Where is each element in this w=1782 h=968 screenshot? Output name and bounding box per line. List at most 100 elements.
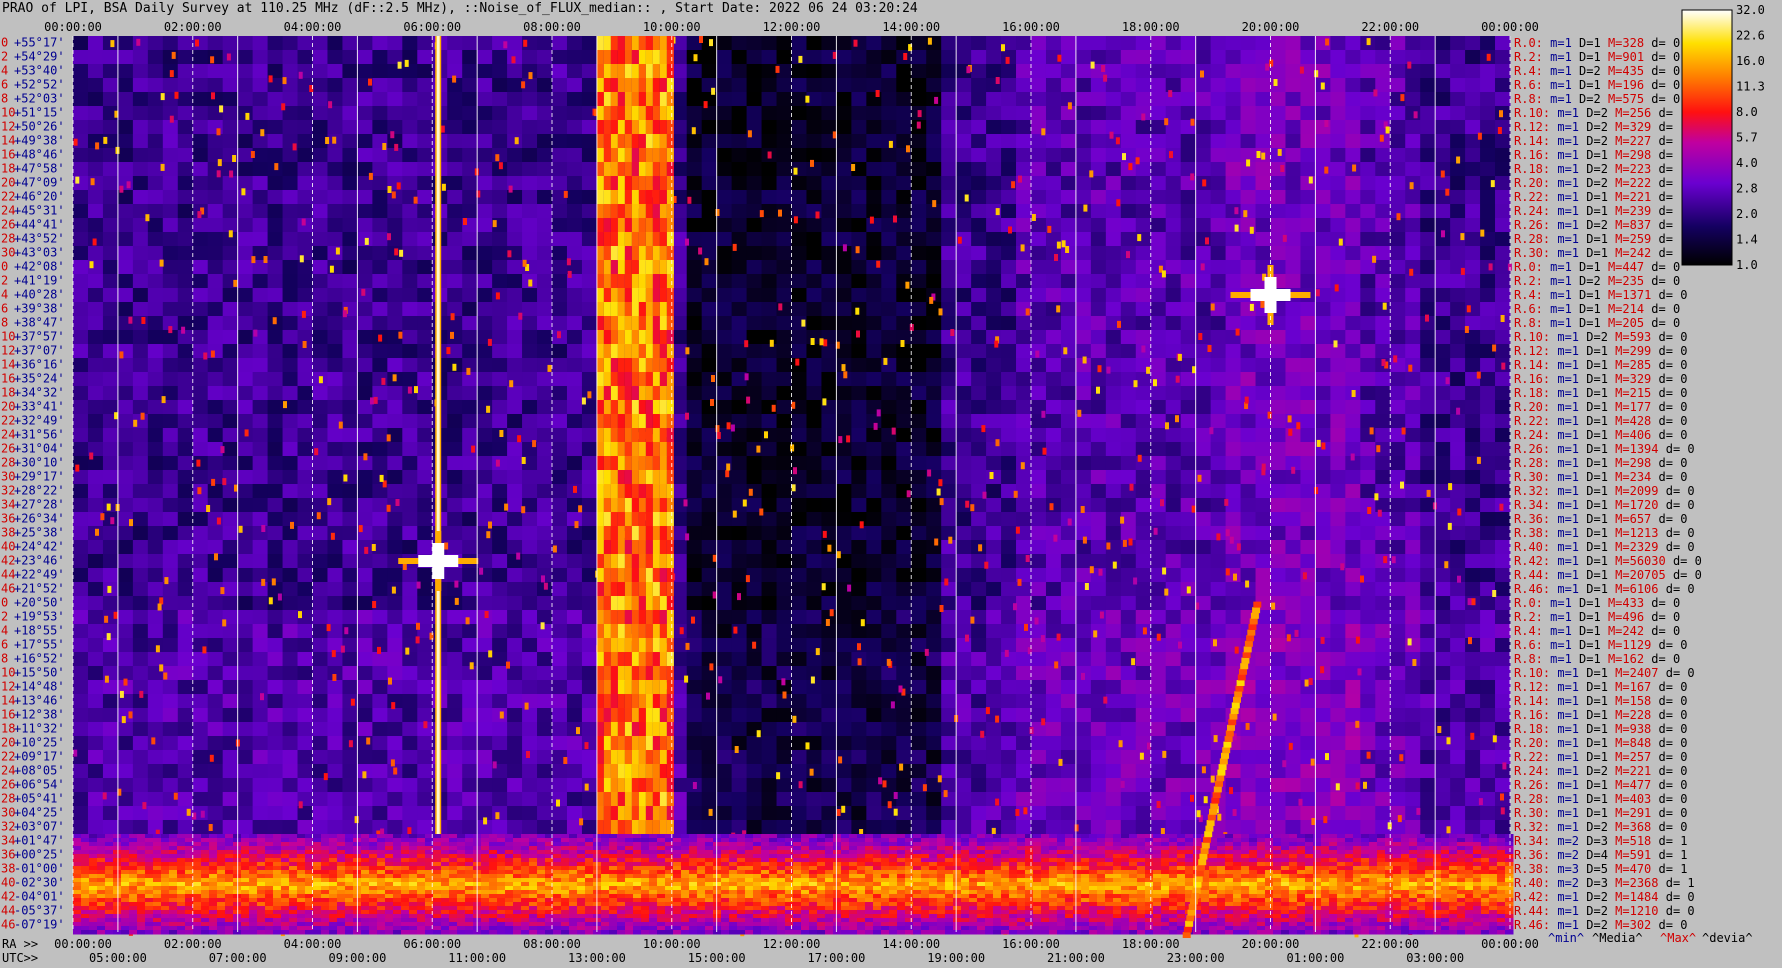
- heatmap-cell: [1480, 442, 1496, 457]
- heatmap-cell: [1270, 246, 1286, 261]
- heatmap-cell: [372, 680, 388, 695]
- heatmap-cell: [926, 316, 942, 331]
- heatmap-cell: [1330, 64, 1346, 79]
- heatmap-cell: [522, 120, 538, 135]
- heatmap-cell: [342, 610, 358, 625]
- heatmap-cell: [896, 400, 912, 415]
- heatmap-cell: [866, 526, 882, 541]
- heatmap-cell: [1345, 414, 1361, 429]
- heatmap-cell: [1090, 708, 1107, 723]
- heatmap-cell: [1195, 316, 1212, 331]
- heatmap-cell: [836, 470, 852, 485]
- heatmap-cell: [1090, 36, 1107, 51]
- heatmap-cell: [552, 148, 568, 163]
- heatmap-cell: [267, 750, 284, 765]
- heatmap-cell: [866, 64, 882, 79]
- heatmap-cell: [911, 400, 927, 415]
- heatmap-cell: [1360, 386, 1376, 401]
- heatmap-cell: [761, 582, 778, 597]
- heatmap-cell: [1480, 694, 1496, 709]
- heatmap-cell: [1075, 190, 1092, 205]
- heatmap-cell: [1315, 526, 1331, 541]
- heatmap-cell: [177, 414, 194, 429]
- heatmap-cell: [1435, 568, 1451, 583]
- heatmap-cell: [1180, 148, 1197, 163]
- heatmap-cell: [1450, 64, 1466, 79]
- heatmap-cell: [776, 512, 792, 527]
- heatmap-cell: [746, 148, 763, 163]
- heatmap-cell: [1105, 582, 1122, 597]
- heatmap-cell: [821, 484, 837, 499]
- heatmap-cell: [1390, 442, 1406, 457]
- heatmap-cell: [102, 316, 119, 331]
- heatmap-cell: [447, 442, 463, 457]
- heatmap-cell: [776, 162, 792, 177]
- heatmap-cell: [971, 274, 987, 289]
- heatmap-cell: [387, 106, 403, 121]
- heatmap-cell: [1255, 554, 1271, 569]
- heatmap-cell: [1435, 134, 1451, 149]
- heatmap-cell: [1150, 386, 1167, 401]
- heatmap-cell: [1031, 358, 1047, 373]
- heatmap-cell: [1390, 540, 1406, 555]
- heatmap-cell: [252, 232, 269, 247]
- heatmap-cell: [1345, 512, 1361, 527]
- heatmap-cell: [162, 624, 179, 639]
- heatmap-cell: [447, 92, 463, 107]
- heatmap-cell: [1150, 120, 1167, 135]
- heatmap-cell: [746, 176, 763, 191]
- heatmap-cell: [941, 722, 957, 737]
- heatmap-cell: [417, 50, 433, 65]
- heatmap-cell: [357, 106, 373, 121]
- heatmap-cell: [87, 162, 104, 177]
- heatmap-cell: [1405, 120, 1421, 135]
- heatmap-cell: [447, 498, 463, 513]
- heatmap-cell: [1420, 386, 1436, 401]
- heatmap-cell: [1090, 120, 1107, 135]
- heatmap-cell: [1016, 428, 1032, 443]
- heatmap-cell: [537, 50, 553, 65]
- heatmap-cell: [1255, 204, 1271, 219]
- heatmap-cell: [87, 722, 104, 737]
- heatmap-cell: [267, 106, 284, 121]
- heatmap-cell: [162, 554, 179, 569]
- heatmap-cell: [1195, 554, 1212, 569]
- heatmap-cell: [552, 204, 568, 219]
- heatmap-cell: [552, 134, 568, 149]
- heatmap-cell: [1120, 106, 1137, 121]
- heatmap-cell: [776, 568, 792, 583]
- heatmap-cell: [1315, 708, 1331, 723]
- heatmap-cell: [447, 120, 463, 135]
- heatmap-cell: [1016, 120, 1032, 135]
- heatmap-cell: [881, 442, 897, 457]
- heatmap-cell: [102, 652, 119, 667]
- heatmap-cell: [761, 568, 778, 583]
- heatmap-cell: [552, 106, 568, 121]
- heatmap-cell: [1001, 568, 1017, 583]
- heatmap-cell: [237, 316, 254, 331]
- heatmap-cell: [1300, 610, 1316, 625]
- heatmap-cell: [1450, 736, 1466, 751]
- heatmap-cell: [327, 162, 343, 177]
- heatmap-cell: [417, 92, 433, 107]
- heatmap-cell: [267, 694, 284, 709]
- heatmap-cell: [761, 638, 778, 653]
- heatmap-cell: [1285, 652, 1301, 667]
- heatmap-cell: [552, 176, 568, 191]
- heatmap-cell: [866, 722, 882, 737]
- heatmap-cell: [282, 414, 299, 429]
- heatmap-cell: [102, 64, 119, 79]
- heatmap-cell: [971, 666, 987, 681]
- heatmap-cell: [1300, 400, 1316, 415]
- heatmap-cell: [1465, 666, 1481, 681]
- heatmap-cell: [87, 246, 104, 261]
- heatmap-cell: [1285, 92, 1301, 107]
- heatmap-cell: [1016, 610, 1032, 625]
- heatmap-cell: [522, 638, 538, 653]
- heatmap-cell: [1420, 302, 1436, 317]
- heatmap-cell: [1060, 120, 1077, 135]
- heatmap-cell: [1375, 666, 1391, 681]
- heatmap-cell: [372, 218, 388, 233]
- heatmap-cell: [716, 386, 733, 401]
- heatmap-cell: [147, 498, 164, 513]
